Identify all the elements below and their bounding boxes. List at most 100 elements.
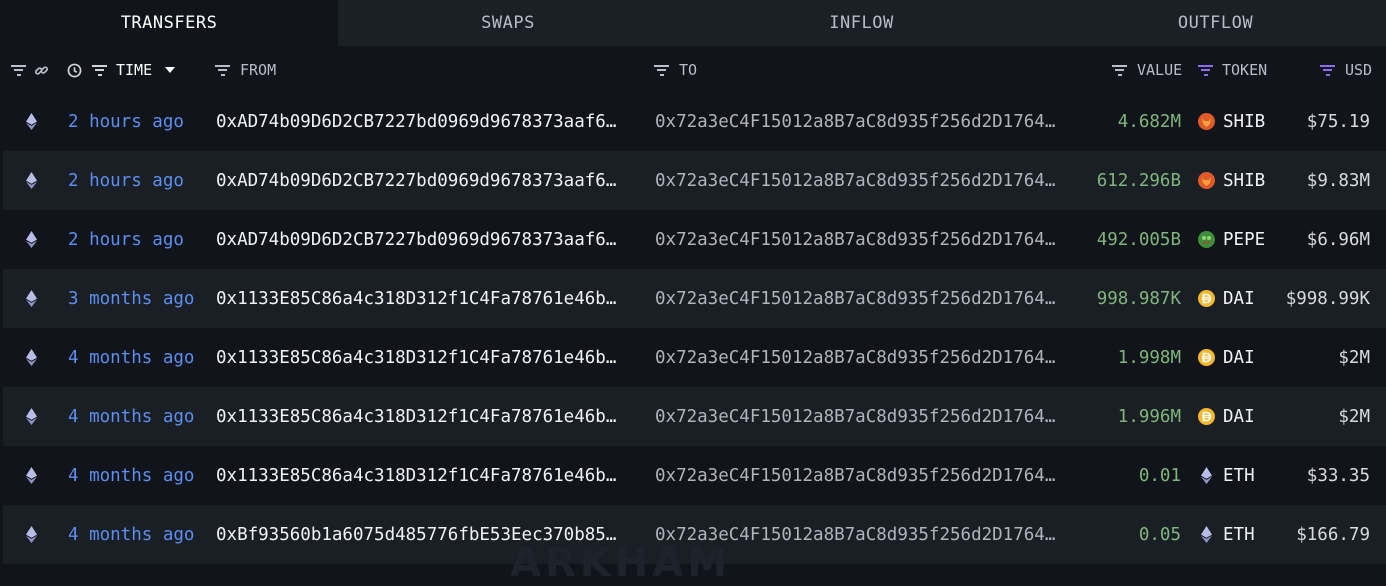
dai-icon xyxy=(1198,349,1215,366)
clock-icon xyxy=(67,48,82,92)
row-from-address[interactable]: 0xAD74b09D6D2CB7227bd0969d9678373aaf6… xyxy=(216,92,616,151)
ethereum-icon xyxy=(24,446,38,505)
row-time[interactable]: 4 months ago xyxy=(68,387,194,446)
row-token-symbol: DAI xyxy=(1223,288,1255,309)
row-token-symbol: DAI xyxy=(1223,347,1255,368)
row-time[interactable]: 4 months ago xyxy=(68,446,194,505)
value-column-header[interactable]: VALUE xyxy=(1137,48,1182,92)
usd-filter-icon[interactable] xyxy=(1320,48,1335,92)
ethereum-icon xyxy=(24,505,38,564)
tab-swaps[interactable]: SWAPS xyxy=(338,0,678,46)
row-time[interactable]: 3 months ago xyxy=(68,269,194,328)
token-filter-icon[interactable] xyxy=(1198,48,1213,92)
row-token[interactable]: DAI xyxy=(1198,269,1255,328)
table-row[interactable]: 2 hours ago 0xAD74b09D6D2CB7227bd0969d96… xyxy=(3,92,1386,151)
row-usd: $9.83M xyxy=(1306,170,1370,191)
table-row[interactable]: 2 hours ago 0xAD74b09D6D2CB7227bd0969d96… xyxy=(3,210,1386,269)
value-filter-icon[interactable] xyxy=(1112,48,1127,92)
row-from-address[interactable]: 0xAD74b09D6D2CB7227bd0969d9678373aaf6… xyxy=(216,210,616,269)
row-token-symbol: DAI xyxy=(1223,406,1255,427)
row-from-address[interactable]: 0x1133E85C86a4c318D312f1C4Fa78761e46b… xyxy=(216,446,616,505)
eth-icon xyxy=(1198,467,1215,484)
row-token-symbol: PEPE xyxy=(1223,229,1266,250)
row-token-symbol: SHIB xyxy=(1223,111,1266,132)
ethereum-icon xyxy=(24,328,38,387)
row-to-address[interactable]: 0x72a3eC4F15012a8B7aC8d935f256d2D1764… xyxy=(655,151,1055,210)
row-to-address[interactable]: 0x72a3eC4F15012a8B7aC8d935f256d2D1764… xyxy=(655,328,1055,387)
tab-transfers[interactable]: TRANSFERS xyxy=(0,0,338,46)
chain-filter-icon[interactable] xyxy=(11,48,26,92)
row-token[interactable]: ETH xyxy=(1198,505,1255,564)
usd-column-header[interactable]: USD xyxy=(1345,48,1372,92)
row-value: 0.05 xyxy=(1138,524,1181,545)
row-to-address[interactable]: 0x72a3eC4F15012a8B7aC8d935f256d2D1764… xyxy=(655,446,1055,505)
row-value: 1.998M xyxy=(1117,347,1181,368)
row-token[interactable]: ETH xyxy=(1198,446,1255,505)
row-usd: $2M xyxy=(1338,347,1370,368)
row-value: 4.682M xyxy=(1117,111,1181,132)
row-time[interactable]: 2 hours ago xyxy=(68,151,184,210)
row-time[interactable]: 2 hours ago xyxy=(68,210,184,269)
tab-bar: TRANSFERS SWAPS INFLOW OUTFLOW xyxy=(0,0,1386,46)
to-filter-icon[interactable] xyxy=(654,48,669,92)
arkham-watermark: ARKHAM xyxy=(510,540,731,586)
row-token[interactable]: DAI xyxy=(1198,328,1255,387)
row-usd: $6.96M xyxy=(1306,229,1370,250)
from-column-header[interactable]: FROM xyxy=(240,48,276,92)
table-row[interactable]: 4 months ago 0x1133E85C86a4c318D312f1C4F… xyxy=(3,328,1386,387)
ethereum-icon xyxy=(24,92,38,151)
row-token-symbol: SHIB xyxy=(1223,170,1266,191)
row-token[interactable]: PEPE xyxy=(1198,210,1265,269)
ethereum-icon xyxy=(24,210,38,269)
row-from-address[interactable]: 0xAD74b09D6D2CB7227bd0969d9678373aaf6… xyxy=(216,151,616,210)
row-value: 1.996M xyxy=(1117,406,1181,427)
row-usd: $166.79 xyxy=(1296,524,1370,545)
link-icon[interactable] xyxy=(34,48,49,92)
ethereum-icon xyxy=(24,151,38,210)
time-filter-icon[interactable] xyxy=(92,48,107,92)
pepe-icon xyxy=(1198,231,1215,248)
ethereum-icon xyxy=(24,269,38,328)
tab-inflow[interactable]: INFLOW xyxy=(678,0,1045,46)
row-from-address[interactable]: 0x1133E85C86a4c318D312f1C4Fa78761e46b… xyxy=(216,387,616,446)
row-to-address[interactable]: 0x72a3eC4F15012a8B7aC8d935f256d2D1764… xyxy=(655,92,1055,151)
row-token-symbol: ETH xyxy=(1223,524,1255,545)
eth-icon xyxy=(1198,526,1215,543)
row-value: 612.296B xyxy=(1096,170,1181,191)
tab-outflow[interactable]: OUTFLOW xyxy=(1045,0,1386,46)
table-row[interactable]: 2 hours ago 0xAD74b09D6D2CB7227bd0969d96… xyxy=(3,151,1386,210)
token-column-header[interactable]: TOKEN xyxy=(1222,48,1267,92)
table-row[interactable]: 4 months ago 0x1133E85C86a4c318D312f1C4F… xyxy=(3,387,1386,446)
row-token-symbol: ETH xyxy=(1223,465,1255,486)
row-value: 998.987K xyxy=(1096,288,1181,309)
row-token[interactable]: SHIB xyxy=(1198,151,1265,210)
to-column-header[interactable]: TO xyxy=(679,48,697,92)
row-value: 492.005B xyxy=(1096,229,1181,250)
row-from-address[interactable]: 0x1133E85C86a4c318D312f1C4Fa78761e46b… xyxy=(216,328,616,387)
row-to-address[interactable]: 0x72a3eC4F15012a8B7aC8d935f256d2D1764… xyxy=(655,387,1055,446)
row-time[interactable]: 2 hours ago xyxy=(68,92,184,151)
ethereum-icon xyxy=(24,387,38,446)
table-header: TIME FROM TO VALUE TOKEN USD xyxy=(0,48,1386,92)
row-time[interactable]: 4 months ago xyxy=(68,505,194,564)
row-usd: $75.19 xyxy=(1306,111,1370,132)
row-usd: $33.35 xyxy=(1306,465,1370,486)
row-time[interactable]: 4 months ago xyxy=(68,328,194,387)
row-token[interactable]: SHIB xyxy=(1198,92,1265,151)
sort-desc-icon[interactable] xyxy=(165,48,175,92)
row-to-address[interactable]: 0x72a3eC4F15012a8B7aC8d935f256d2D1764… xyxy=(655,269,1055,328)
table-row[interactable]: 4 months ago 0x1133E85C86a4c318D312f1C4F… xyxy=(3,446,1386,505)
from-filter-icon[interactable] xyxy=(215,48,230,92)
time-column-header[interactable]: TIME xyxy=(116,48,152,92)
row-from-address[interactable]: 0x1133E85C86a4c318D312f1C4Fa78761e46b… xyxy=(216,269,616,328)
row-usd: $998.99K xyxy=(1285,288,1370,309)
shib-icon xyxy=(1198,113,1215,130)
row-to-address[interactable]: 0x72a3eC4F15012a8B7aC8d935f256d2D1764… xyxy=(655,210,1055,269)
row-value: 0.01 xyxy=(1138,465,1181,486)
dai-icon xyxy=(1198,290,1215,307)
row-usd: $2M xyxy=(1338,406,1370,427)
table-row[interactable]: 3 months ago 0x1133E85C86a4c318D312f1C4F… xyxy=(3,269,1386,328)
shib-icon xyxy=(1198,172,1215,189)
row-token[interactable]: DAI xyxy=(1198,387,1255,446)
dai-icon xyxy=(1198,408,1215,425)
